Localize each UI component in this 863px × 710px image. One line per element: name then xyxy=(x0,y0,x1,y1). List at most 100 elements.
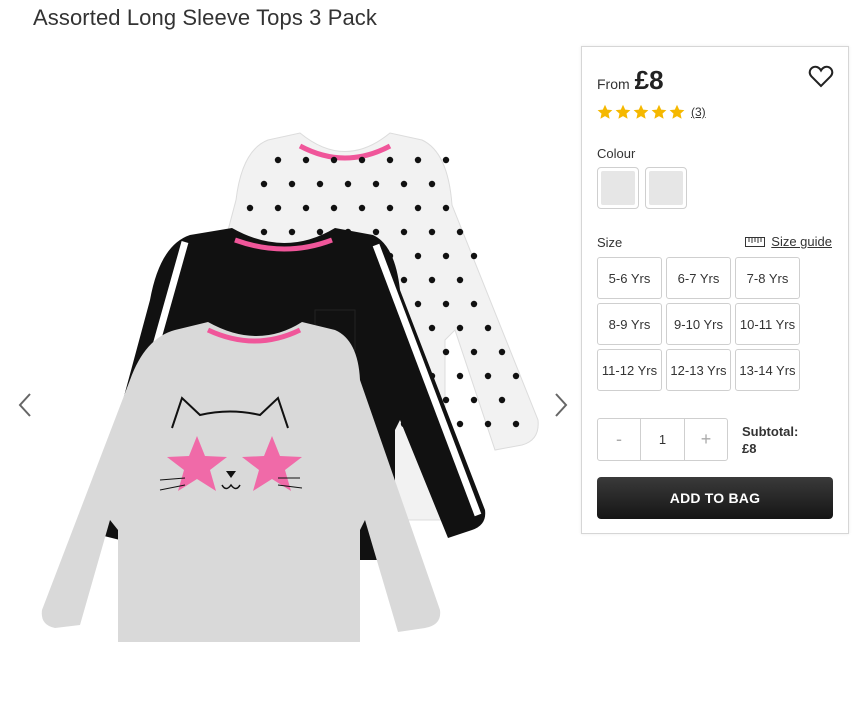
polka-dot xyxy=(358,204,366,212)
size-label: Size xyxy=(597,235,623,250)
star-icon xyxy=(669,104,685,119)
chevron-right-icon xyxy=(555,393,568,417)
colour-label: Colour xyxy=(597,146,636,161)
colour-swatch-1[interactable] xyxy=(597,167,639,209)
polka-dot xyxy=(442,396,450,404)
price-from-label: From xyxy=(597,76,630,92)
product-image xyxy=(41,132,539,642)
polka-dot xyxy=(302,156,310,164)
polka-dot xyxy=(456,228,464,236)
star-icon xyxy=(651,104,667,119)
rating-stars xyxy=(597,104,687,120)
polka-dot xyxy=(344,180,352,188)
polka-dot xyxy=(302,204,310,212)
star-icon xyxy=(615,104,631,119)
subtotal: Subtotal: £8 xyxy=(742,423,798,457)
polka-dot xyxy=(512,420,520,428)
polka-dot xyxy=(428,276,436,284)
polka-dot xyxy=(414,300,422,308)
polka-dot xyxy=(414,156,422,164)
polka-dot xyxy=(470,396,478,404)
polka-dot xyxy=(484,372,492,380)
polka-dot xyxy=(484,324,492,332)
polka-dot xyxy=(456,420,464,428)
polka-dot xyxy=(414,252,422,260)
rating: (3) xyxy=(597,104,706,120)
colour-swatches xyxy=(597,167,693,209)
product-title: Assorted Long Sleeve Tops 3 Pack xyxy=(33,5,378,30)
polka-dot xyxy=(470,252,478,260)
polka-dot xyxy=(442,348,450,356)
polka-dot xyxy=(260,228,268,236)
polka-dot xyxy=(470,348,478,356)
product-image-gallery xyxy=(0,60,580,700)
polka-dot xyxy=(246,204,254,212)
polka-dot xyxy=(288,180,296,188)
polka-dot xyxy=(386,156,394,164)
next-image-button[interactable] xyxy=(550,390,572,420)
ruler-icon xyxy=(745,236,766,247)
subtotal-value: £8 xyxy=(742,441,757,456)
size-option[interactable]: 7-8 Yrs xyxy=(735,257,800,299)
previous-image-button[interactable] xyxy=(14,390,36,420)
polka-dot xyxy=(456,276,464,284)
quantity-increase-button[interactable]: + xyxy=(685,419,727,460)
polka-dot xyxy=(470,300,478,308)
size-option[interactable]: 11-12 Yrs xyxy=(597,349,662,391)
polka-dot xyxy=(512,372,520,380)
quantity-decrease-button[interactable]: - xyxy=(598,419,640,460)
size-option[interactable]: 6-7 Yrs xyxy=(666,257,731,299)
polka-dot xyxy=(498,348,506,356)
size-guide-label: Size guide xyxy=(771,234,832,249)
polka-dot xyxy=(260,180,268,188)
polka-dot xyxy=(400,276,408,284)
polka-dot xyxy=(330,156,338,164)
chevron-left-icon xyxy=(18,393,31,417)
polka-dot xyxy=(330,204,338,212)
polka-dot xyxy=(498,396,506,404)
polka-dot xyxy=(274,204,282,212)
wishlist-button[interactable] xyxy=(808,65,834,89)
rating-count-link[interactable]: (3) xyxy=(691,105,706,119)
price-value: £8 xyxy=(634,65,664,95)
polka-dot xyxy=(316,228,324,236)
polka-dot xyxy=(386,204,394,212)
polka-dot xyxy=(316,180,324,188)
polka-dot xyxy=(442,156,450,164)
polka-dot xyxy=(414,204,422,212)
size-options: 5-6 Yrs 6-7 Yrs 7-8 Yrs 8-9 Yrs 9-10 Yrs… xyxy=(597,257,800,391)
size-guide-link[interactable]: Size guide xyxy=(745,234,832,249)
size-option[interactable]: 10-11 Yrs xyxy=(735,303,800,345)
star-icon xyxy=(597,104,613,119)
polka-dot xyxy=(400,228,408,236)
polka-dot xyxy=(456,372,464,380)
quantity-input[interactable]: 1 xyxy=(640,419,685,460)
polka-dot xyxy=(274,156,282,164)
polka-dot xyxy=(400,180,408,188)
polka-dot xyxy=(484,420,492,428)
colour-swatch-2[interactable] xyxy=(645,167,687,209)
add-to-bag-button[interactable]: ADD TO BAG xyxy=(597,477,833,519)
polka-dot xyxy=(428,228,436,236)
polka-dot xyxy=(428,324,436,332)
size-option[interactable]: 8-9 Yrs xyxy=(597,303,662,345)
subtotal-label: Subtotal: xyxy=(742,424,799,439)
size-option[interactable]: 13-14 Yrs xyxy=(735,349,800,391)
price: From £8 xyxy=(597,65,664,96)
quantity-stepper: - 1 + xyxy=(597,418,728,461)
polka-dot xyxy=(442,204,450,212)
star-icon xyxy=(633,104,649,119)
heart-icon xyxy=(808,65,834,88)
polka-dot xyxy=(372,228,380,236)
polka-dot xyxy=(428,180,436,188)
size-option[interactable]: 12-13 Yrs xyxy=(666,349,731,391)
polka-dot xyxy=(372,180,380,188)
polka-dot xyxy=(456,324,464,332)
polka-dot xyxy=(288,228,296,236)
product-purchase-panel: From £8 (3) Colour Size Size guide 5-6 Y… xyxy=(581,46,849,534)
polka-dot xyxy=(358,156,366,164)
polka-dot xyxy=(442,252,450,260)
polka-dot xyxy=(442,300,450,308)
size-option[interactable]: 9-10 Yrs xyxy=(666,303,731,345)
size-option[interactable]: 5-6 Yrs xyxy=(597,257,662,299)
